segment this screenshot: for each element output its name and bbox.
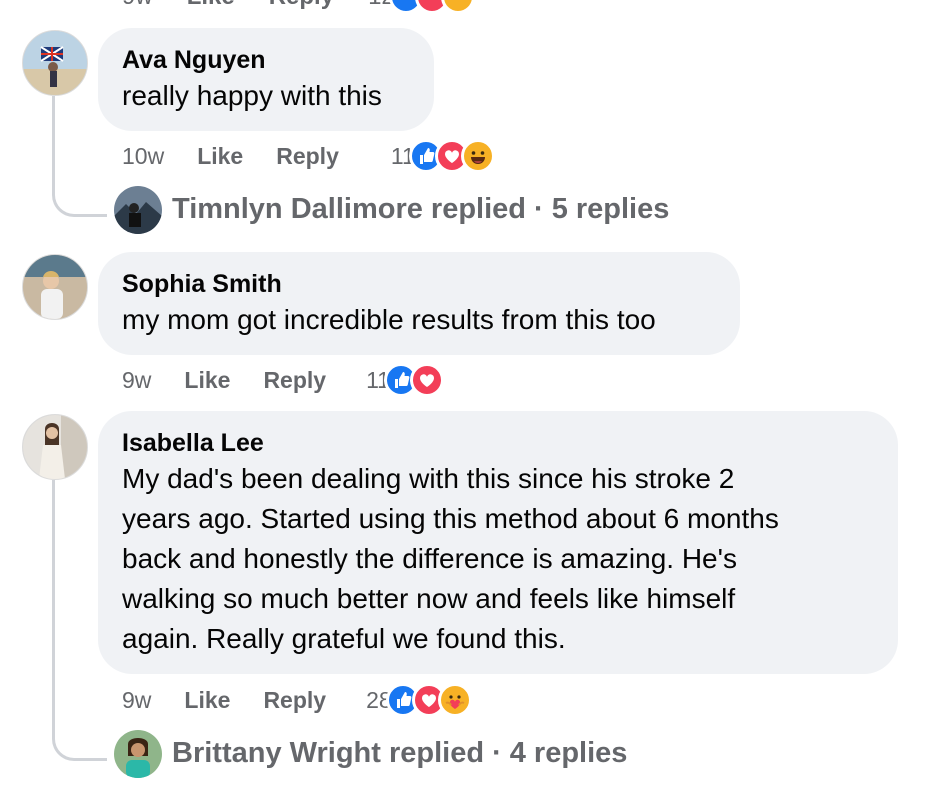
view-replies-link[interactable]: Brittany Wright replied · 4 replies: [172, 737, 627, 770]
comment-text: really happy with this: [122, 80, 382, 111]
like-link[interactable]: Like: [184, 687, 230, 714]
comment-text: my mom got incredible results from this …: [122, 304, 656, 335]
care-icon: [437, 683, 472, 717]
reaction-summary[interactable]: 28: [366, 683, 472, 717]
comment-time[interactable]: 9w: [122, 367, 151, 394]
comment-actions: 9w Like Reply 28: [122, 680, 472, 720]
comment-author[interactable]: Ava Nguyen: [122, 44, 410, 76]
like-link[interactable]: Like: [187, 0, 235, 11]
reply-count: 4 replies: [509, 737, 628, 769]
previous-comment-actions: 9w Like Reply 12: [122, 0, 475, 14]
comment-time[interactable]: 10w: [122, 143, 164, 170]
comment-actions: 10w Like Reply 11: [122, 136, 495, 176]
separator: ·: [492, 737, 502, 769]
comment-author[interactable]: Isabella Lee: [122, 427, 874, 459]
replier-name: Timnlyn Dallimore replied: [172, 193, 527, 225]
love-icon: [409, 363, 444, 397]
reply-count: 5 replies: [551, 193, 670, 225]
reply-avatar[interactable]: [114, 186, 162, 234]
comment-bubble: Isabella Lee My dad's been dealing with …: [98, 411, 898, 674]
comment-text-line: back and honestly the difference is amaz…: [122, 543, 737, 574]
like-link[interactable]: Like: [184, 367, 230, 394]
reaction-summary[interactable]: 12: [368, 0, 475, 14]
comment-text-line: walking so much better now and feels lik…: [122, 583, 736, 614]
comment-bubble: Ava Nguyen really happy with this: [98, 28, 434, 131]
view-replies-link[interactable]: Timnlyn Dallimore replied · 5 replies: [172, 193, 669, 226]
reply-link[interactable]: Reply: [263, 367, 326, 394]
comment-time[interactable]: 9w: [122, 0, 153, 11]
separator: ·: [534, 193, 544, 225]
comment-author[interactable]: Sophia Smith: [122, 268, 716, 300]
avatar[interactable]: [22, 414, 88, 480]
replier-name: Brittany Wright replied: [172, 737, 485, 769]
like-link[interactable]: Like: [197, 143, 243, 170]
comment-bubble: Sophia Smith my mom got incredible resul…: [98, 252, 740, 355]
reaction-summary[interactable]: 11: [366, 363, 444, 397]
comment-text-line: years ago. Started using this method abo…: [122, 503, 779, 534]
comment-text-line: again. Really grateful we found this.: [122, 623, 566, 654]
reply-thread-line: [52, 96, 107, 217]
comment-actions: 9w Like Reply 11: [122, 360, 444, 400]
comment-time[interactable]: 9w: [122, 687, 151, 714]
reply-link[interactable]: Reply: [269, 0, 334, 11]
care-icon: [440, 0, 475, 14]
reply-link[interactable]: Reply: [276, 143, 339, 170]
avatar[interactable]: [22, 30, 88, 96]
reaction-summary[interactable]: 11: [391, 139, 495, 173]
avatar[interactable]: [22, 254, 88, 320]
reply-avatar[interactable]: [114, 730, 162, 778]
reply-link[interactable]: Reply: [263, 687, 326, 714]
comment-text-line: My dad's been dealing with this since hi…: [122, 463, 735, 494]
haha-icon: [460, 139, 495, 173]
